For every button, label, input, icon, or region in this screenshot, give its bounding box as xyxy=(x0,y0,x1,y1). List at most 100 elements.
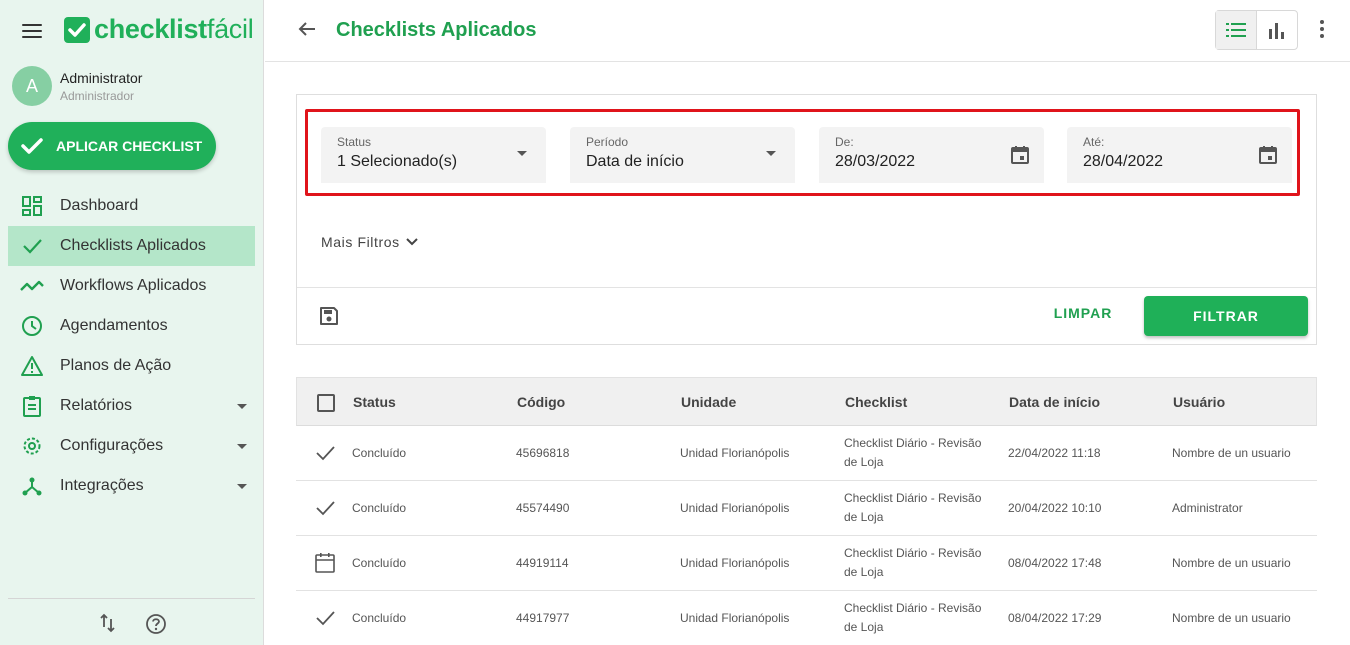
column-header-code[interactable]: Código xyxy=(517,394,565,410)
chart-view-button[interactable] xyxy=(1257,11,1298,49)
menu-icon[interactable] xyxy=(22,24,42,40)
cell-code: 45696818 xyxy=(516,446,570,460)
sidebar-item-label: Integrações xyxy=(60,477,144,494)
check-icon xyxy=(314,442,336,469)
apply-checklist-button[interactable]: APLICAR CHECKLIST xyxy=(8,122,216,170)
sidebar-item-planos-de-acao[interactable]: Planos de Ação xyxy=(8,346,255,386)
check-icon xyxy=(314,497,336,524)
status-label: Status xyxy=(337,135,372,149)
sidebar-item-label: Workflows Aplicados xyxy=(60,277,207,294)
cell-code: 44917977 xyxy=(516,611,570,625)
cell-unit: Unidad Florianópolis xyxy=(680,446,790,460)
check-icon xyxy=(20,234,44,258)
sidebar-footer xyxy=(8,598,255,645)
gear-icon xyxy=(20,434,44,458)
sidebar-nav: Dashboard Checklists Aplicados Workflows… xyxy=(8,186,255,506)
cell-checklist: Checklist Diário - Revisão de Loja xyxy=(844,436,982,469)
sidebar-item-agendamentos[interactable]: Agendamentos xyxy=(8,306,255,346)
table-row[interactable]: Concluído 44919114 Unidad Florianópolis … xyxy=(296,536,1317,591)
clock-icon xyxy=(20,314,44,338)
user-name: Administrator xyxy=(60,69,143,86)
sidebar-item-label: Planos de Ação xyxy=(60,357,172,374)
cell-checklist: Checklist Diário - Revisão de Loja xyxy=(844,491,982,524)
checklists-table: Status Código Unidade Checklist Data de … xyxy=(296,377,1317,645)
sidebar-item-label: Agendamentos xyxy=(60,317,168,334)
date-from-field[interactable]: De: 28/03/2022 xyxy=(819,127,1044,183)
list-icon xyxy=(1225,23,1246,37)
cell-start-date: 22/04/2022 11:18 xyxy=(1008,446,1101,460)
dashboard-icon xyxy=(20,194,44,218)
sidebar-item-label: Checklists Aplicados xyxy=(60,237,206,254)
column-header-unit[interactable]: Unidade xyxy=(681,394,736,410)
cell-user: Nombre de un usuario xyxy=(1172,556,1291,570)
chevron-down-icon xyxy=(237,404,247,409)
check-icon xyxy=(21,138,43,154)
date-to-field[interactable]: Até: 28/04/2022 xyxy=(1067,127,1292,183)
sidebar-item-checklists-aplicados[interactable]: Checklists Aplicados xyxy=(8,226,255,266)
cell-start-date: 08/04/2022 17:48 xyxy=(1008,556,1102,570)
cell-user: Nombre de un usuario xyxy=(1172,446,1291,460)
calendar-icon xyxy=(314,552,336,579)
period-label: Período xyxy=(586,135,629,149)
sidebar-item-workflows-aplicados[interactable]: Workflows Aplicados xyxy=(8,266,255,306)
trending-icon xyxy=(20,274,44,298)
sidebar-item-label: Relatórios xyxy=(60,397,133,414)
period-select[interactable]: Período Data de início xyxy=(570,127,795,183)
sidebar-item-label: Dashboard xyxy=(60,197,139,214)
cell-checklist: Checklist Diário - Revisão de Loja xyxy=(844,601,982,634)
logo-check-icon xyxy=(64,16,90,43)
table-row[interactable]: Concluído 45574490 Unidad Florianópolis … xyxy=(296,481,1317,536)
more-vert-icon[interactable] xyxy=(1318,20,1326,40)
user-role: Administrador xyxy=(60,88,135,103)
view-toggle xyxy=(1215,10,1298,50)
page-title: Checklists Aplicados xyxy=(336,19,537,41)
select-all-checkbox[interactable] xyxy=(317,394,335,412)
chevron-down-icon xyxy=(406,238,418,246)
status-select[interactable]: Status 1 Selecionado(s) xyxy=(321,127,546,183)
avatar: A xyxy=(12,66,52,106)
cell-unit: Unidad Florianópolis xyxy=(680,501,790,515)
calendar-icon[interactable] xyxy=(1010,145,1030,170)
bar-chart-icon xyxy=(1268,23,1284,39)
filter-divider xyxy=(297,287,1316,288)
arrow-back-icon[interactable] xyxy=(297,19,317,44)
sidebar-item-configuracoes[interactable]: Configurações xyxy=(8,426,255,466)
dropdown-arrow-icon xyxy=(517,151,527,156)
dropdown-arrow-icon xyxy=(766,151,776,156)
more-filters-label: Mais Filtros xyxy=(321,234,400,250)
date-from-label: De: xyxy=(835,135,854,149)
table-header: Status Código Unidade Checklist Data de … xyxy=(296,377,1317,426)
date-to-label: Até: xyxy=(1083,135,1105,149)
cell-status: Concluído xyxy=(352,611,407,625)
help-icon[interactable] xyxy=(145,613,167,640)
table-row[interactable]: Concluído 45696818 Unidad Florianópolis … xyxy=(296,426,1317,481)
column-header-status[interactable]: Status xyxy=(353,394,396,410)
cell-status: Concluído xyxy=(352,501,407,515)
cell-user: Administrator xyxy=(1172,501,1243,515)
top-header: Checklists Aplicados xyxy=(265,0,1350,62)
apply-checklist-label: APLICAR CHECKLIST xyxy=(56,138,203,154)
swap-vertical-icon[interactable] xyxy=(100,613,116,638)
filter-button[interactable]: FILTRAR xyxy=(1144,296,1308,336)
cell-status: Concluído xyxy=(352,446,407,460)
period-value: Data de início xyxy=(586,153,684,170)
cell-checklist: Checklist Diário - Revisão de Loja xyxy=(844,546,982,579)
column-header-start-date[interactable]: Data de início xyxy=(1009,394,1100,410)
clear-button[interactable]: LIMPAR xyxy=(1040,305,1126,325)
cell-unit: Unidad Florianópolis xyxy=(680,611,790,625)
logo[interactable]: checklistfácil xyxy=(64,14,254,45)
list-view-button[interactable] xyxy=(1216,11,1257,49)
sidebar-item-relatorios[interactable]: Relatórios xyxy=(8,386,255,426)
date-from-value: 28/03/2022 xyxy=(835,153,916,170)
sidebar-item-dashboard[interactable]: Dashboard xyxy=(8,186,255,226)
calendar-icon[interactable] xyxy=(1258,145,1278,170)
save-icon[interactable] xyxy=(319,306,339,331)
more-filters-toggle[interactable]: Mais Filtros xyxy=(321,234,418,250)
table-row[interactable]: Concluído 44917977 Unidad Florianópolis … xyxy=(296,591,1317,645)
hub-icon xyxy=(20,474,44,498)
user-profile[interactable]: A Administrator Administrador xyxy=(12,66,142,106)
sidebar-item-integracoes[interactable]: Integrações xyxy=(8,466,255,506)
column-header-checklist[interactable]: Checklist xyxy=(845,394,907,410)
column-header-user[interactable]: Usuário xyxy=(1173,394,1225,410)
cell-user: Nombre de un usuario xyxy=(1172,611,1291,625)
